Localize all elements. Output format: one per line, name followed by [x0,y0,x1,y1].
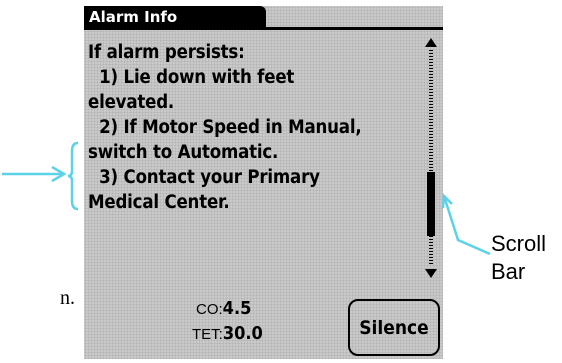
co-value: 4.5 [222,298,252,319]
cropped-caption-fragment: n. [60,287,75,309]
scroll-bar-annotation: Scroll Bar [491,230,546,286]
tet-value: 30.0 [222,323,263,344]
screen-title: Alarm Info [84,6,266,29]
scrollbar[interactable] [424,38,438,278]
alarm-screen: Alarm Info If alarm persists: 1) Lie dow… [84,6,443,359]
scroll-label-line: Bar [491,259,526,284]
message-line: 3) Contact your Primary [88,167,320,188]
scroll-thumb[interactable] [427,171,435,236]
tet-label: TET: [192,326,223,343]
message-line: 1) Lie down with feet [88,67,295,88]
silence-button[interactable]: Silence [348,299,440,356]
scroll-pointer-line-icon [441,193,491,256]
message-line: 2) If Motor Speed in Manual, [88,117,362,138]
message-line: switch to Automatic. [88,142,279,163]
scroll-label-line: Scroll [491,231,547,256]
alarm-message: If alarm persists: 1) Lie down with feet… [88,40,423,215]
annotation-bracket-icon [67,141,79,211]
scroll-down-arrow-icon[interactable] [425,269,437,278]
co-label: CO: [196,301,223,318]
annotation-arrow-icon [2,165,67,183]
tet-readout: TET:30.0 [192,323,263,344]
co-readout: CO:4.5 [196,298,251,319]
scroll-up-arrow-icon[interactable] [425,38,437,47]
message-line: elevated. [88,92,175,113]
message-line: If alarm persists: [88,42,245,63]
message-line: Medical Center. [88,192,230,213]
